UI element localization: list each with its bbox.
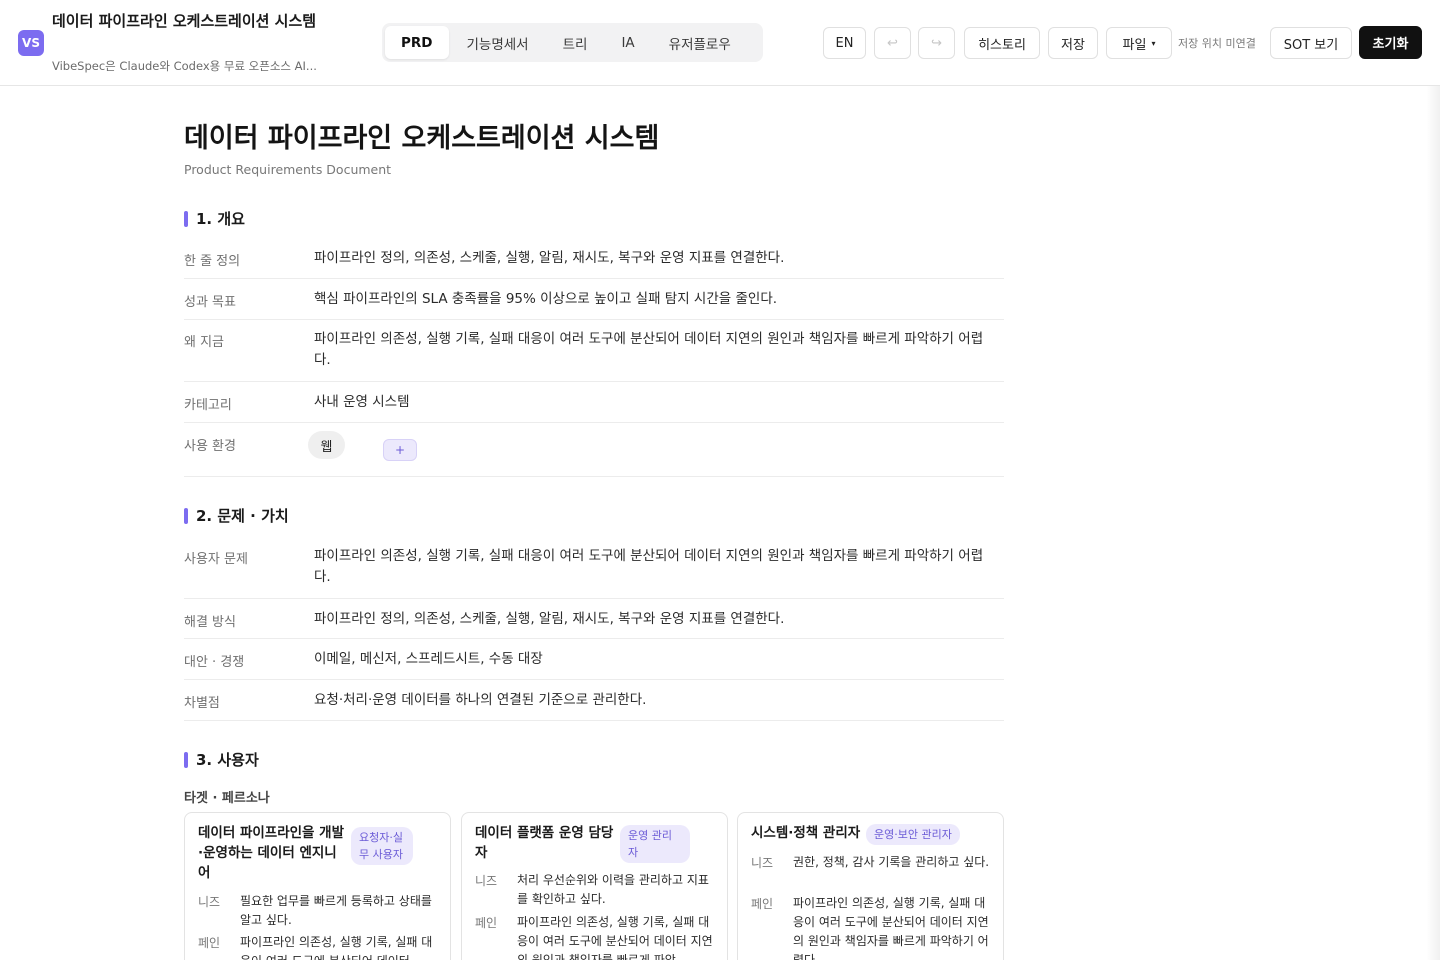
field-row-differentiator[interactable]: 차별점 요청·처리·운영 데이터를 하나의 연결된 기준으로 관리한다. [184, 680, 1004, 721]
field-row-alternatives[interactable]: 대안 · 경쟁 이메일, 메신저, 스프레드시트, 수동 대장 [184, 639, 1004, 680]
reset-button[interactable]: 초기화 [1359, 26, 1422, 59]
persona-card[interactable]: 데이터 파이프라인을 개발·운영하는 데이터 엔지니어 요청자·실무 사용자 니… [184, 812, 451, 960]
field-label: 한 줄 정의 [184, 254, 241, 269]
field-value[interactable]: 파이프라인 의존성, 실행 기록, 실패 대응이 여러 도구에 분산되어 데이터… [314, 546, 999, 588]
app-logo: VS [18, 30, 44, 56]
field-value[interactable]: 핵심 파이프라인의 SLA 충족률을 95% 이상으로 높이고 실패 탐지 시간… [314, 289, 999, 310]
field-row-environment: 사용 환경 웹 + [184, 423, 1004, 477]
tab-ia[interactable]: IA [605, 26, 650, 59]
redo-button[interactable]: ↪ [918, 27, 955, 59]
document-title: 데이터 파이프라인 오케스트레이션 시스템 [184, 123, 660, 154]
file-menu-button[interactable]: 파일 ▾ [1106, 27, 1172, 59]
field-label: 사용자 문제 [184, 552, 248, 567]
history-button[interactable]: 히스토리 [964, 27, 1040, 59]
add-environment-button[interactable]: + [383, 439, 417, 461]
persona-card[interactable]: 데이터 플랫폼 운영 담당자 운영 관리자 니즈 처리 우선순위와 이력을 관리… [461, 812, 728, 960]
field-label: 성과 목표 [184, 295, 236, 310]
persona-role-badge: 요청자·실무 사용자 [351, 827, 413, 865]
undo-icon: ↩ [887, 35, 898, 51]
redo-icon: ↪ [931, 35, 942, 51]
persona-pain: 파이프라인 의존성, 실행 기록, 실패 대응이 여러 도구에 분산되어 데이터… [517, 915, 713, 960]
scroll-edge [1426, 86, 1440, 960]
field-label: 차별점 [184, 696, 220, 711]
save-location-status: 저장 위치 미연결 [1178, 37, 1256, 50]
chevron-down-icon: ▾ [1151, 38, 1156, 48]
section-marker [184, 210, 188, 227]
field-label: 대안 · 경쟁 [184, 655, 245, 670]
doc-tabs: PRD 기능명세서 트리 IA 유저플로우 [382, 23, 763, 62]
field-row-one-liner[interactable]: 한 줄 정의 파이프라인 정의, 의존성, 스케줄, 실행, 알림, 재시도, … [184, 238, 1004, 279]
section-marker [184, 751, 188, 768]
tab-tree[interactable]: 트리 [547, 26, 604, 59]
section-problem-heading: 2. 문제 · 가치 [184, 505, 289, 526]
persona-needs: 필요한 업무를 빠르게 등록하고 상태를 알고 싶다. [240, 894, 432, 927]
environment-chip[interactable]: 웹 [308, 431, 345, 459]
persona-name: 시스템·정책 관리자 [751, 825, 861, 841]
persona-name: 데이터 파이프라인을 개발·운영하는 데이터 엔지니어 [198, 825, 345, 881]
section-title: 3. 사용자 [196, 751, 259, 769]
persona-role-badge: 운영·보안 관리자 [866, 824, 960, 845]
persona-card[interactable]: 시스템·정책 관리자 운영·보안 관리자 니즈 권한, 정책, 감사 기록을 관… [737, 812, 1004, 960]
section-marker [184, 507, 188, 524]
language-button[interactable]: EN [823, 27, 866, 59]
field-value[interactable]: 이메일, 메신저, 스프레드시트, 수동 대장 [314, 649, 999, 670]
field-row-why-now[interactable]: 왜 지금 파이프라인 의존성, 실행 기록, 실패 대응이 여러 도구에 분산되… [184, 320, 1004, 382]
field-value[interactable]: 사내 운영 시스템 [314, 392, 999, 413]
section-overview-heading: 1. 개요 [184, 208, 245, 229]
tab-user-flow[interactable]: 유저플로우 [653, 26, 747, 59]
tab-feature-spec[interactable]: 기능명세서 [451, 26, 545, 59]
field-label: 카테고리 [184, 398, 232, 413]
file-menu-label: 파일 [1122, 37, 1147, 53]
undo-button[interactable]: ↩ [874, 27, 911, 59]
persona-needs: 처리 우선순위와 이력을 관리하고 지표를 확인하고 싶다. [517, 873, 709, 906]
section-title: 2. 문제 · 가치 [196, 507, 289, 525]
sot-view-button[interactable]: SOT 보기 [1270, 27, 1352, 59]
section-users-heading: 3. 사용자 [184, 749, 259, 770]
persona-pain: 파이프라인 의존성, 실행 기록, 실패 대응이 여러 도구에 분산되어 데이터 [240, 935, 433, 960]
persona-needs-label: 니즈 [475, 874, 498, 888]
field-value[interactable]: 파이프라인 정의, 의존성, 스케줄, 실행, 알림, 재시도, 복구와 운영 … [314, 609, 999, 630]
field-value[interactable]: 파이프라인 정의, 의존성, 스케줄, 실행, 알림, 재시도, 복구와 운영 … [314, 248, 999, 269]
field-label: 왜 지금 [184, 335, 225, 350]
field-row-goal[interactable]: 성과 목표 핵심 파이프라인의 SLA 충족률을 95% 이상으로 높이고 실패… [184, 279, 1004, 320]
persona-name: 데이터 플랫폼 운영 담당자 [475, 825, 614, 861]
field-row-user-problem[interactable]: 사용자 문제 파이프라인 의존성, 실행 기록, 실패 대응이 여러 도구에 분… [184, 536, 1004, 599]
persona-pain-label: 페인 [198, 936, 221, 950]
field-label: 사용 환경 [184, 439, 236, 454]
persona-needs: 권한, 정책, 감사 기록을 관리하고 싶다. [793, 855, 990, 869]
save-button[interactable]: 저장 [1048, 27, 1098, 59]
persona-role-badge: 운영 관리자 [620, 825, 690, 863]
top-bar: VS 데이터 파이프라인 오케스트레이션 시스템 VibeSpec은 Claud… [0, 0, 1440, 86]
field-value[interactable]: 요청·처리·운영 데이터를 하나의 연결된 기준으로 관리한다. [314, 690, 999, 711]
field-row-solution[interactable]: 해결 방식 파이프라인 정의, 의존성, 스케줄, 실행, 알림, 재시도, 복… [184, 599, 1004, 639]
persona-pain: 파이프라인 의존성, 실행 기록, 실패 대응이 여러 도구에 분산되어 데이터… [793, 896, 989, 960]
persona-subheading: 타겟 · 페르소나 [184, 791, 270, 806]
persona-pain-label: 페인 [475, 916, 498, 930]
project-title: 데이터 파이프라인 오케스트레이션 시스템 [52, 12, 317, 30]
document-subtitle: Product Requirements Document [184, 162, 392, 177]
section-title: 1. 개요 [196, 210, 245, 228]
persona-needs-label: 니즈 [751, 856, 774, 870]
field-label: 해결 방식 [184, 615, 236, 630]
tab-prd[interactable]: PRD [385, 26, 449, 59]
field-value[interactable]: 파이프라인 의존성, 실행 기록, 실패 대응이 여러 도구에 분산되어 데이터… [314, 329, 999, 371]
field-row-category[interactable]: 카테고리 사내 운영 시스템 [184, 382, 1004, 423]
persona-needs-label: 니즈 [198, 895, 221, 909]
project-subtitle: VibeSpec은 Claude와 Codex용 무료 오픈소스 AI... [52, 59, 317, 73]
persona-pain-label: 페인 [751, 897, 774, 911]
